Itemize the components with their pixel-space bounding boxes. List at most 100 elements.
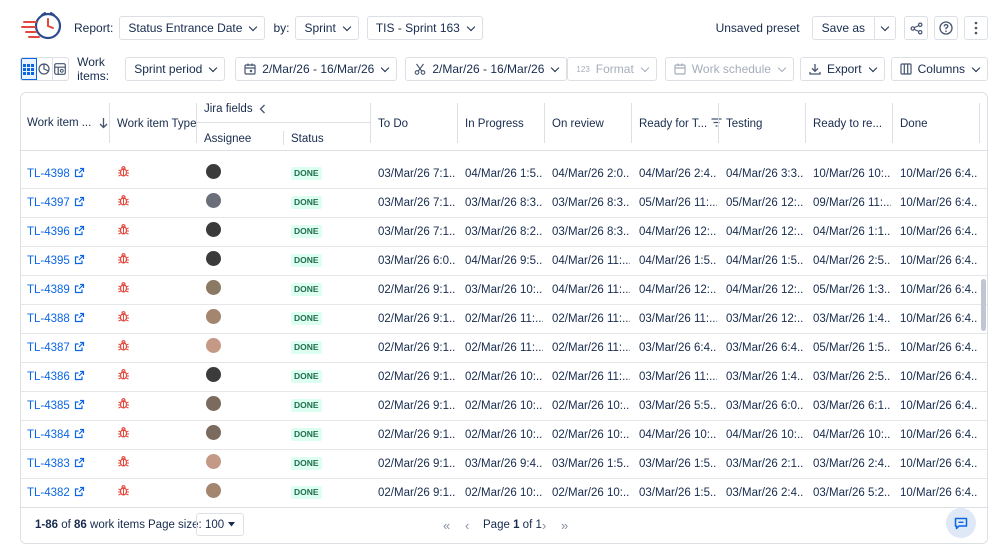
header-ready-to[interactable]: Ready to re... <box>813 118 882 130</box>
work-item-link[interactable]: TL-4396 <box>27 226 70 238</box>
avatar[interactable] <box>206 454 221 469</box>
filter-icon[interactable] <box>711 118 722 127</box>
header-work-item-type[interactable]: Work item Type <box>117 118 196 130</box>
header-testing[interactable]: Testing <box>726 118 762 130</box>
table-row[interactable]: TL-4397 DONE 03/Mar/26 7:1... 03/Mar/26 8:3… <box>21 189 987 218</box>
avatar[interactable] <box>206 251 221 266</box>
collapse-left-icon[interactable] <box>259 104 266 114</box>
format-button[interactable]: 123 Format <box>567 57 657 81</box>
chart-view-button[interactable] <box>37 58 53 80</box>
work-item-link[interactable]: TL-4384 <box>27 429 70 441</box>
external-link-icon[interactable] <box>74 486 85 497</box>
external-link-icon[interactable] <box>74 312 85 323</box>
status-cell: DONE <box>291 421 361 450</box>
column-divider <box>283 131 284 145</box>
group-divider <box>197 122 370 123</box>
status-cell: DONE <box>291 305 361 334</box>
page-size-select[interactable]: 100 <box>196 513 245 536</box>
work-item-link[interactable]: TL-4395 <box>27 255 70 267</box>
header-ready-for[interactable]: Ready for T... <box>639 115 722 130</box>
work-item-cell: TL-4398 <box>27 160 107 189</box>
header-jira-fields[interactable]: Jira fields <box>204 103 266 115</box>
header-on-review[interactable]: On review <box>552 118 604 130</box>
external-link-icon[interactable] <box>74 254 85 265</box>
date-cell-testing: 04/Mar/26 12:... <box>726 226 804 238</box>
external-link-icon[interactable] <box>74 428 85 439</box>
date-cell-testing: 04/Mar/26 1:5... <box>726 255 804 267</box>
header-done[interactable]: Done <box>900 118 928 130</box>
avatar[interactable] <box>206 483 221 498</box>
header-assignee[interactable]: Assignee <box>204 133 251 145</box>
scrollbar-thumb[interactable] <box>981 279 986 331</box>
work-item-link[interactable]: TL-4389 <box>27 284 70 296</box>
table-chart-view-button[interactable] <box>53 58 68 80</box>
external-link-icon[interactable] <box>74 399 85 410</box>
work-item-link[interactable]: TL-4386 <box>27 371 70 383</box>
work-item-link[interactable]: TL-4382 <box>27 487 70 499</box>
work-item-link[interactable]: TL-4397 <box>27 197 70 209</box>
export-button[interactable]: Export <box>799 57 885 81</box>
table-row[interactable]: TL-4396 DONE 03/Mar/26 7:1... 03/Mar/26 8:2… <box>21 218 987 247</box>
work-item-link[interactable]: TL-4388 <box>27 313 70 325</box>
sprint-select[interactable]: TIS - Sprint 163 <box>366 16 483 40</box>
avatar[interactable] <box>206 309 221 324</box>
table-row[interactable]: TL-4384 DONE 02/Mar/26 9:1... 02/Mar/26 10:… <box>21 421 987 450</box>
work-item-link[interactable]: TL-4387 <box>27 342 70 354</box>
external-link-icon[interactable] <box>74 370 85 381</box>
date-cell-todo: 02/Mar/26 9:1... <box>378 400 456 412</box>
table-row[interactable]: TL-4382 DONE 02/Mar/26 9:1... 02/Mar/26 10:… <box>21 479 987 508</box>
avatar[interactable] <box>206 425 221 440</box>
external-link-icon[interactable] <box>74 457 85 468</box>
table-row[interactable]: TL-4385 DONE 02/Mar/26 9:1... 02/Mar/26 10:… <box>21 392 987 421</box>
external-link-icon[interactable] <box>74 196 85 207</box>
by-select[interactable]: Sprint <box>295 16 359 40</box>
external-link-icon[interactable] <box>74 167 85 178</box>
table-row[interactable]: TL-4386 DONE 02/Mar/26 9:1... 02/Mar/26 10:… <box>21 363 987 392</box>
avatar[interactable] <box>206 164 221 179</box>
chat-button[interactable] <box>946 508 976 538</box>
more-button[interactable] <box>964 16 988 40</box>
report-select[interactable]: Status Entrance Date <box>119 16 266 40</box>
first-page-icon[interactable]: « <box>443 519 450 532</box>
date-cell-todo: 02/Mar/26 9:1... <box>378 284 456 296</box>
date-range-select-1[interactable]: 2/Mar/26 - 16/Mar/26 <box>235 57 398 81</box>
grid-view-button[interactable] <box>21 58 37 80</box>
external-link-icon[interactable] <box>74 341 85 352</box>
prev-page-icon[interactable]: ‹ <box>465 519 469 532</box>
work-item-link[interactable]: TL-4398 <box>27 168 70 180</box>
save-as-dropdown[interactable] <box>875 16 896 40</box>
save-as-button[interactable]: Save as <box>811 16 875 40</box>
date-range-select-2[interactable]: 2/Mar/26 - 16/Mar/26 <box>405 57 568 81</box>
external-link-icon[interactable] <box>74 283 85 294</box>
next-page-icon[interactable]: › <box>542 519 546 532</box>
sort-down-icon[interactable] <box>99 117 108 129</box>
work-schedule-button[interactable]: Work schedule <box>664 57 794 81</box>
avatar[interactable] <box>206 338 221 353</box>
table-row[interactable]: TL-4389 DONE 02/Mar/26 9:1... 03/Mar/26 10:… <box>21 276 987 305</box>
header-work-item[interactable]: Work item ... <box>27 117 108 129</box>
external-link-icon[interactable] <box>74 225 85 236</box>
last-page-icon[interactable]: » <box>561 519 568 532</box>
status-badge: DONE <box>291 341 322 355</box>
avatar[interactable] <box>206 280 221 295</box>
table-row[interactable]: TL-4383 DONE 02/Mar/26 9:1... 03/Mar/26 9:4… <box>21 450 987 479</box>
avatar[interactable] <box>206 193 221 208</box>
header-todo[interactable]: To Do <box>378 118 408 130</box>
work-item-link[interactable]: TL-4385 <box>27 400 70 412</box>
vertical-scrollbar[interactable] <box>979 151 987 507</box>
table-row[interactable]: TL-4388 DONE 02/Mar/26 9:1... 02/Mar/26 11:… <box>21 305 987 334</box>
avatar[interactable] <box>206 396 221 411</box>
table-row[interactable]: TL-4398 DONE 03/Mar/26 7:1... 04/Mar/26 1:5… <box>21 160 987 189</box>
table-row[interactable]: TL-4387 DONE 02/Mar/26 9:1... 02/Mar/26 11:… <box>21 334 987 363</box>
header-in-progress[interactable]: In Progress <box>465 118 524 130</box>
avatar[interactable] <box>206 367 221 382</box>
table-row[interactable]: TL-4395 DONE 03/Mar/26 6:0... 04/Mar/26 9:5… <box>21 247 987 276</box>
work-item-link[interactable]: TL-4383 <box>27 458 70 470</box>
share-button[interactable] <box>904 16 928 40</box>
work-items-select[interactable]: Sprint period <box>125 57 226 81</box>
chevron-down-icon <box>466 22 476 31</box>
columns-button[interactable]: Columns <box>890 57 988 81</box>
help-button[interactable] <box>934 16 958 40</box>
avatar[interactable] <box>206 222 221 237</box>
header-status[interactable]: Status <box>291 133 324 145</box>
